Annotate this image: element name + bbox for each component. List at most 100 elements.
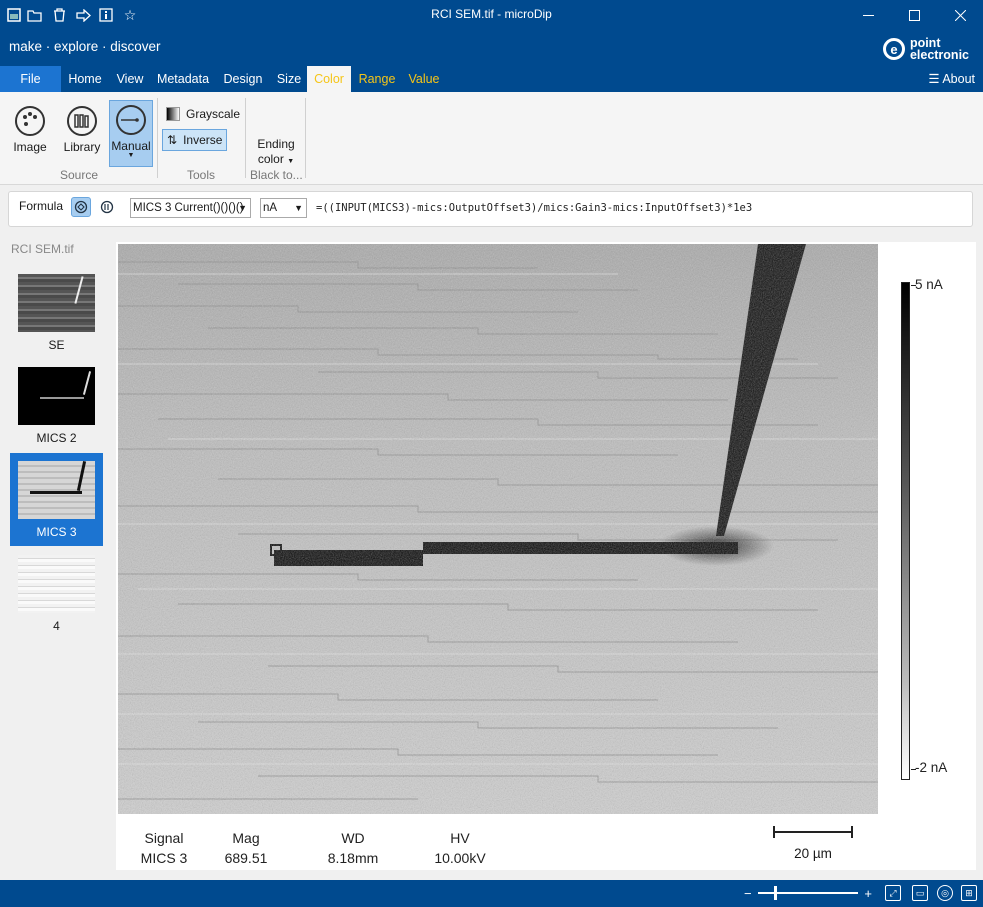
hv-info: HV 10.00kV — [426, 828, 494, 868]
inverse-label: Inverse — [183, 133, 223, 147]
maximize-button[interactable] — [891, 0, 937, 30]
mag-info: Mag 689.51 — [216, 828, 276, 868]
library-source-button[interactable]: Library — [60, 102, 104, 164]
zoom-out-button[interactable]: − — [744, 886, 752, 901]
manual-source-label: Manual — [111, 139, 151, 153]
swap-arrows-icon: ⇅ — [167, 133, 178, 147]
scale-bar-line — [773, 826, 853, 838]
zoom-in-button[interactable]: + — [864, 886, 872, 901]
thumbnail-image — [18, 555, 95, 613]
thumbnail-4[interactable]: 4 — [10, 547, 103, 637]
thumbnail-mics-3[interactable]: MICS 3 — [10, 453, 103, 546]
tab-home[interactable]: Home — [64, 66, 106, 92]
ending-group-label: Black to... — [250, 168, 302, 182]
chevron-down-icon: ▼ — [294, 203, 303, 213]
zoom-track[interactable] — [757, 886, 859, 900]
tab-design[interactable]: Design — [219, 66, 267, 92]
grayscale-button[interactable]: Grayscale — [162, 103, 244, 125]
close-button[interactable] — [937, 0, 983, 30]
status-bar: − + ⤢ ▭ ◎ ⊞ — [0, 880, 983, 907]
app-window: ☆ RCI SEM.tif - microDip make · explore … — [0, 0, 983, 907]
wd-info: WD 8.18mm — [319, 828, 387, 868]
tab-range[interactable]: Range — [355, 66, 399, 92]
scale-bar-label: 20 µm — [794, 846, 832, 861]
tab-view[interactable]: View — [112, 66, 148, 92]
zoom-handle[interactable] — [773, 886, 777, 900]
colorbar — [901, 282, 910, 780]
grayscale-icon — [166, 107, 180, 121]
formula-bar: Formula MICS 3 Current()()()() ▼ nA ▼ =(… — [8, 191, 973, 227]
zoom-slider[interactable]: − + — [744, 885, 872, 901]
about-button[interactable]: ☰ About — [928, 66, 975, 92]
document-name: RCI SEM.tif — [11, 242, 74, 256]
tab-color[interactable]: Color — [307, 66, 351, 92]
tab-file[interactable]: File — [0, 66, 61, 92]
colorbar-min-label: -2 nA — [915, 760, 948, 775]
brand-bar: make · explore · discover e point electr… — [0, 30, 983, 66]
logo-mark: e — [882, 38, 905, 60]
view-icon[interactable]: ▭ — [912, 885, 928, 901]
thumbnail-mics-2[interactable]: MICS 2 — [10, 359, 103, 449]
image-source-button[interactable]: Image — [8, 102, 52, 164]
ribbon-separator — [157, 98, 158, 178]
signal-info: Signal MICS 3 — [134, 828, 194, 868]
formula-mode-icon[interactable] — [71, 197, 91, 217]
fit-icon[interactable]: ⤢ — [885, 885, 901, 901]
sem-image[interactable] — [118, 244, 878, 814]
grid-icon[interactable]: ⊞ — [961, 885, 977, 901]
chevron-down-icon: ▼ — [238, 203, 247, 213]
mag-info-label: Mag — [232, 830, 260, 846]
wd-info-label: WD — [341, 830, 365, 846]
unit-select[interactable]: nA ▼ — [260, 198, 307, 218]
source-group-label: Source — [60, 168, 99, 182]
tab-metadata[interactable]: Metadata — [153, 66, 213, 92]
tab-size[interactable]: Size — [272, 66, 306, 92]
thumbnail-image — [18, 274, 95, 332]
hv-info-label: HV — [450, 830, 470, 846]
about-label: About — [942, 72, 975, 86]
ending-color-button[interactable]: Ending color ▼ — [252, 137, 300, 171]
logo-line-2: electronic — [909, 48, 969, 62]
thumbnail-label: MICS 2 — [36, 431, 77, 445]
mag-info-value: 689.51 — [224, 850, 268, 866]
manual-source-button[interactable]: Manual ▼ — [109, 100, 153, 167]
ribbon-separator — [305, 98, 306, 178]
unit-select-value: nA — [263, 202, 278, 214]
formula-label: Formula — [19, 199, 64, 213]
inverse-button[interactable]: ⇅ Inverse — [162, 129, 228, 151]
thumbnail-se[interactable]: SE — [10, 266, 103, 356]
ending-color-label-2: color — [257, 152, 284, 166]
window-title: RCI SEM.tif - microDip — [431, 7, 552, 21]
formula-expression[interactable]: =((INPUT(MICS3)-mics:OutputOffset3)/mics… — [316, 202, 752, 214]
tools-group-label: Tools — [187, 168, 216, 182]
signal-info-value: MICS 3 — [140, 850, 188, 866]
thumbnail-label: MICS 3 — [36, 525, 77, 539]
thumbnail-label: 4 — [53, 619, 60, 633]
library-source-label: Library — [63, 140, 101, 154]
signal-select-value: MICS 3 Current()()()() — [133, 202, 244, 214]
manual-icon — [116, 105, 146, 135]
hv-info-value: 10.00kV — [434, 850, 486, 866]
minimize-button[interactable] — [845, 0, 891, 30]
palette-icon — [15, 106, 45, 136]
point-electronic-logo: e point electronic — [882, 35, 969, 63]
about-icon: ☰ — [928, 72, 943, 86]
formula-library-icon[interactable] — [97, 197, 117, 217]
image-viewer: 5 nA -2 nA Signal MICS 3 Mag 689.51 WD 8… — [116, 242, 976, 870]
chevron-down-icon: ▼ — [127, 152, 135, 159]
layers-icon[interactable]: ◎ — [937, 885, 953, 901]
ribbon-separator — [245, 98, 246, 178]
title-bar: ☆ RCI SEM.tif - microDip — [0, 0, 983, 30]
wd-info-value: 8.18mm — [327, 850, 379, 866]
tab-value[interactable]: Value — [404, 66, 444, 92]
signal-info-label: Signal — [144, 830, 184, 846]
thumbnail-label: SE — [48, 338, 65, 352]
ending-color-label-1: Ending — [257, 137, 295, 151]
thumbnail-image — [18, 461, 95, 519]
tagline: make · explore · discover — [9, 39, 161, 54]
thumbnail-image — [18, 367, 95, 425]
colorbar-max-label: 5 nA — [915, 277, 943, 292]
ribbon-panel: Image Library Manual ▼ Source Grayscale … — [0, 92, 983, 185]
sem-image-canvas — [118, 244, 878, 814]
signal-select[interactable]: MICS 3 Current()()()() ▼ — [130, 198, 251, 218]
